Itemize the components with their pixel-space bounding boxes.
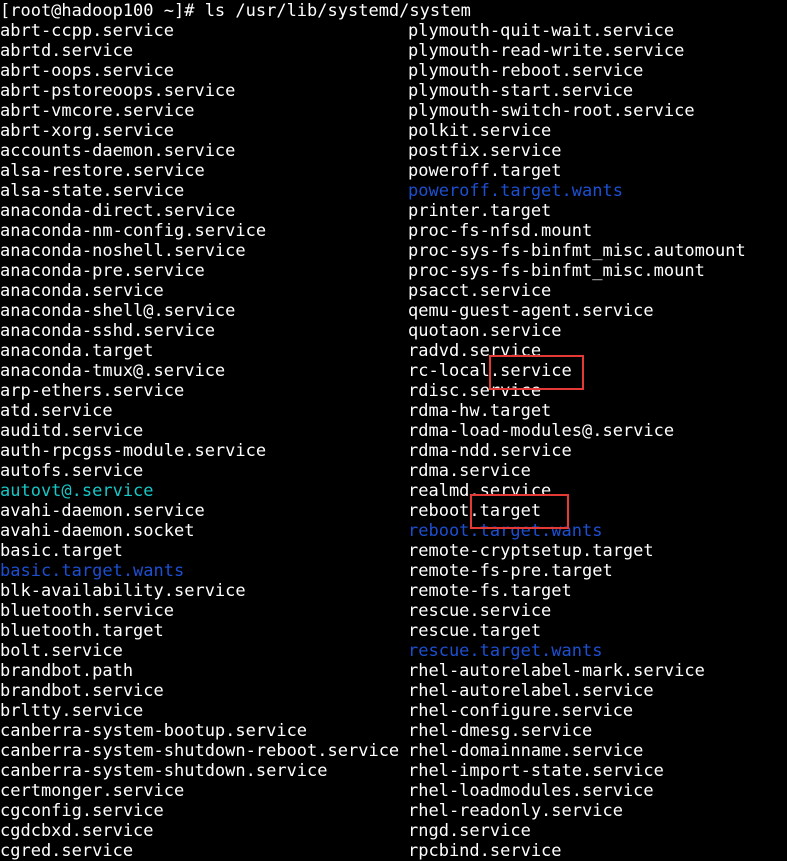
listing-entry-left: anaconda-noshell.service <box>0 241 246 261</box>
listing-entry-right: rngd.service <box>408 821 531 841</box>
listing-entry-left: bluetooth.service <box>0 601 174 621</box>
listing-entry-left: bluetooth.target <box>0 621 164 641</box>
listing-entry-right: plymouth-switch-root.service <box>408 101 695 121</box>
listing-entry-left: alsa-state.service <box>0 181 185 201</box>
listing-entry-right: rescue.target <box>408 621 542 641</box>
listing-entry-right: rhel-domainname.service <box>408 741 644 761</box>
listing-entry-left: certmonger.service <box>0 781 185 801</box>
command-prompt: [root@hadoop100 ~]# ls /usr/lib/systemd/… <box>0 1 471 21</box>
listing-entry-right: postfix.service <box>408 141 562 161</box>
listing-entry-right: poweroff.target.wants <box>408 181 623 201</box>
listing-entry-right: psacct.service <box>408 281 552 301</box>
listing-entry-left: auth-rpcgss-module.service <box>0 441 267 461</box>
listing-entry-right: rhel-loadmodules.service <box>408 781 654 801</box>
listing-entry-right: proc-fs-nfsd.mount <box>408 221 593 241</box>
listing-entry-right: printer.target <box>408 201 552 221</box>
listing-entry-left: brandbot.service <box>0 681 164 701</box>
listing-entry-left: arp-ethers.service <box>0 381 185 401</box>
listing-entry-left: anaconda.target <box>0 341 154 361</box>
listing-entry-left: atd.service <box>0 401 113 421</box>
listing-entry-left: abrt-ccpp.service <box>0 21 174 41</box>
listing-entry-left: bolt.service <box>0 641 123 661</box>
listing-entry-left: cgred.service <box>0 841 134 861</box>
listing-entry-left: abrt-xorg.service <box>0 121 174 141</box>
listing-entry-left: abrt-pstoreoops.service <box>0 81 236 101</box>
listing-entry-left: canberra-system-shutdown-reboot.service <box>0 741 400 761</box>
listing-entry-right: rhel-import-state.service <box>408 761 664 781</box>
listing-entry-left: anaconda-direct.service <box>0 201 236 221</box>
listing-entry-left: anaconda-nm-config.service <box>0 221 267 241</box>
listing-entry-left: auditd.service <box>0 421 144 441</box>
listing-entry-right: rescue.service <box>408 601 552 621</box>
listing-entry-left: anaconda-tmux@.service <box>0 361 226 381</box>
listing-entry-left: basic.target <box>0 541 123 561</box>
listing-entry-right: remote-fs.target <box>408 581 572 601</box>
highlight-box-reboot-target <box>470 494 569 529</box>
listing-entry-right: remote-cryptsetup.target <box>408 541 654 561</box>
listing-entry-right: proc-sys-fs-binfmt_misc.automount <box>408 241 746 261</box>
listing-entry-left: anaconda-pre.service <box>0 261 205 281</box>
listing-entry-right: rescue.target.wants <box>408 641 603 661</box>
listing-entry-left: cgdcbxd.service <box>0 821 154 841</box>
listing-entry-right: polkit.service <box>408 121 552 141</box>
listing-entry-right: plymouth-reboot.service <box>408 61 644 81</box>
listing-entry-right: rhel-autorelabel.service <box>408 681 654 701</box>
listing-entry-right: poweroff.target <box>408 161 562 181</box>
listing-entry-right: rdma-load-modules@.service <box>408 421 675 441</box>
listing-entry-right: qemu-guest-agent.service <box>408 301 654 321</box>
listing-entry-left: cgconfig.service <box>0 801 164 821</box>
listing-entry-right: rhel-autorelabel-mark.service <box>408 661 705 681</box>
listing-entry-right: proc-sys-fs-binfmt_misc.mount <box>408 261 705 281</box>
listing-entry-left: autovt@.service <box>0 481 154 501</box>
listing-entry-right: plymouth-quit-wait.service <box>408 21 675 41</box>
listing-entry-right: plymouth-read-write.service <box>408 41 685 61</box>
listing-entry-left: abrt-oops.service <box>0 61 174 81</box>
listing-entry-left: abrt-vmcore.service <box>0 101 195 121</box>
listing-entry-right: plymouth-start.service <box>408 81 634 101</box>
listing-entry-right: rdma-hw.target <box>408 401 552 421</box>
listing-entry-left: brandbot.path <box>0 661 134 681</box>
listing-entry-right: rhel-dmesg.service <box>408 721 593 741</box>
listing-entry-right: rpcbind.service <box>408 841 562 861</box>
listing-entry-right: rdma.service <box>408 461 531 481</box>
listing-entry-left: anaconda-shell@.service <box>0 301 236 321</box>
listing-entry-left: avahi-daemon.service <box>0 501 205 521</box>
listing-entry-right: remote-fs-pre.target <box>408 561 613 581</box>
listing-entry-right: quotaon.service <box>408 321 562 341</box>
listing-entry-left: autofs.service <box>0 461 144 481</box>
listing-entry-right: rhel-configure.service <box>408 701 634 721</box>
listing-entry-left: brltty.service <box>0 701 144 721</box>
listing-entry-right: rdma-ndd.service <box>408 441 572 461</box>
highlight-box-rc-local-service <box>489 355 584 390</box>
listing-entry-left: anaconda-sshd.service <box>0 321 215 341</box>
listing-entry-left: alsa-restore.service <box>0 161 205 181</box>
listing-entry-left: canberra-system-shutdown.service <box>0 761 328 781</box>
listing-entry-left: accounts-daemon.service <box>0 141 236 161</box>
listing-entry-left: blk-availability.service <box>0 581 246 601</box>
listing-entry-left: anaconda.service <box>0 281 164 301</box>
listing-entry-left: canberra-system-bootup.service <box>0 721 308 741</box>
listing-entry-left: abrtd.service <box>0 41 134 61</box>
listing-entry-left: avahi-daemon.socket <box>0 521 195 541</box>
listing-entry-left: basic.target.wants <box>0 561 185 581</box>
listing-entry-right: rhel-readonly.service <box>408 801 623 821</box>
